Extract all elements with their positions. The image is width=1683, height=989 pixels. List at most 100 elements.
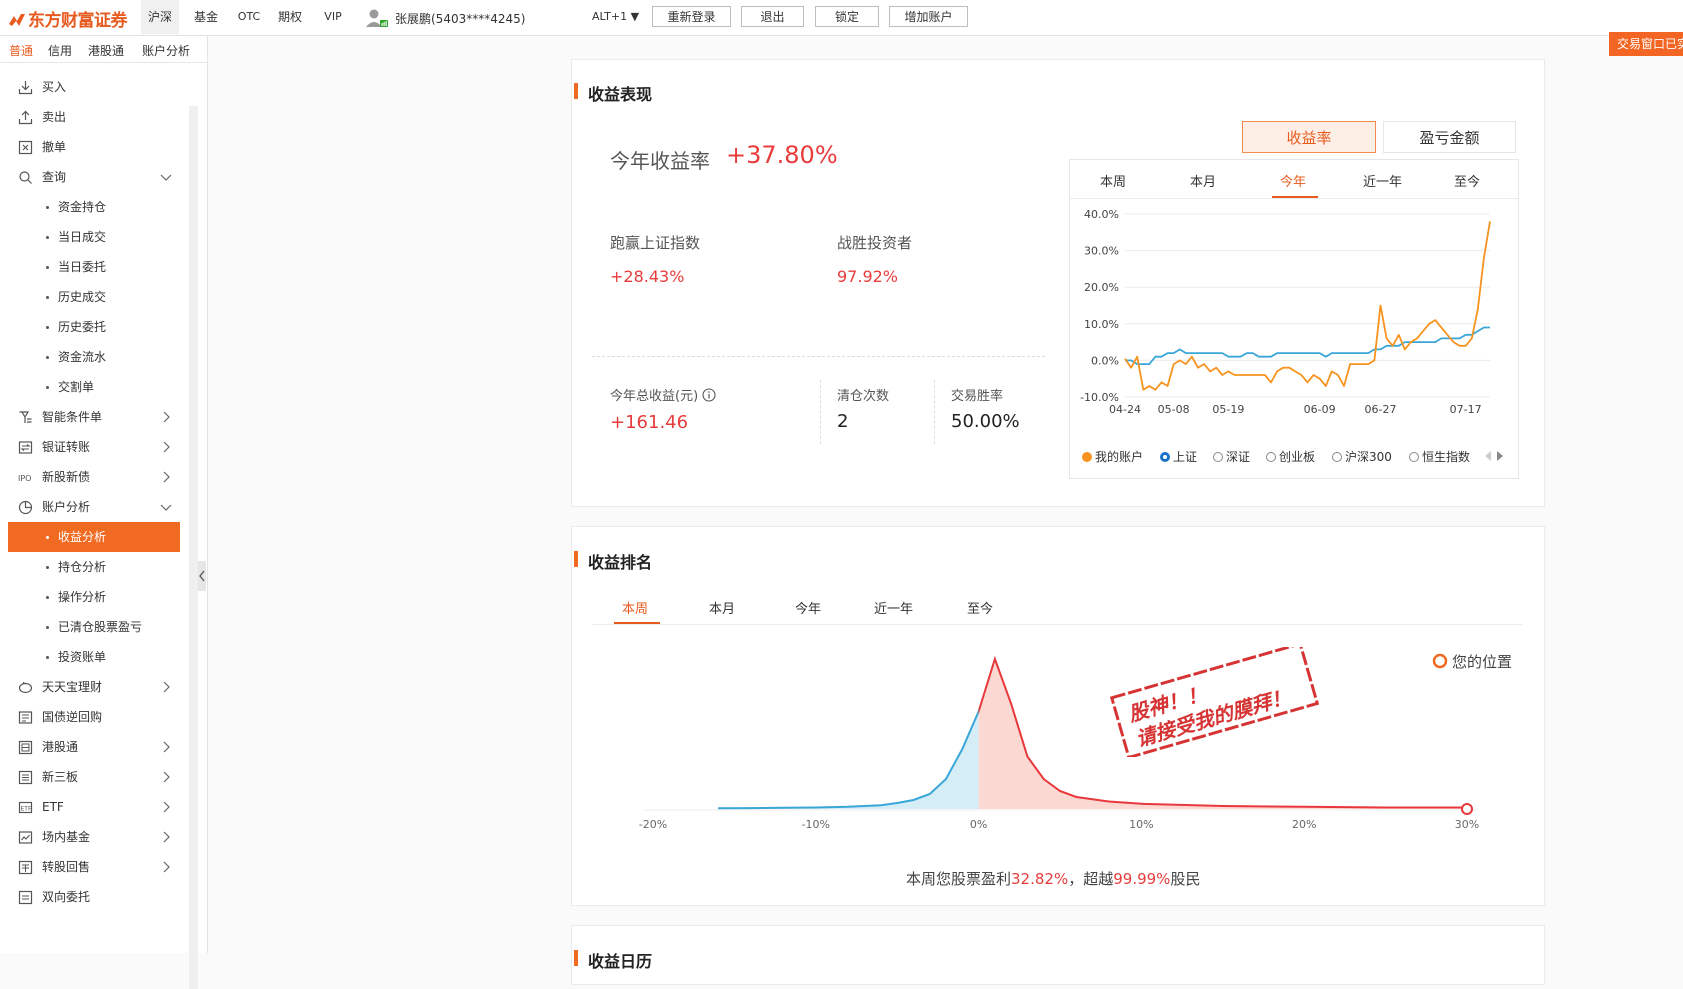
sidebar-item-history-orders[interactable]: 历史委托 [8,312,180,342]
lock-button[interactable]: 锁定 [815,6,879,27]
market-tab-vip[interactable]: VIP [315,0,351,34]
clear-count-label: 清仓次数 [837,389,890,404]
hk-connect-icon [18,740,33,755]
x-tick-label: 20% [1292,818,1316,831]
trade-window-notice[interactable]: 交易窗口已实 [1609,32,1683,56]
market-tab-otc[interactable]: OTC [231,0,267,34]
sub-tab-normal[interactable]: 普通 [9,42,33,59]
y-tick-label: 40.0% [1084,208,1119,221]
ranking-card: 收益排名 本周 本月 今年 近一年 至今 -20% -10% 0% 10% 20% 30%… [571,526,1545,906]
rank-tab-all[interactable]: 至今 [967,598,993,617]
sidebar-item-history-deals[interactable]: 历史成交 [8,282,180,312]
negative-curve [718,708,979,810]
your-position-marker [1461,803,1473,815]
fund-icon [18,831,33,844]
chevron-down-icon [160,174,172,181]
y-tick-label: 20.0% [1084,281,1119,294]
sidebar-item-sell[interactable]: 卖出 [8,102,180,132]
y-tick-label: 30.0% [1084,245,1119,258]
legend-scroll-arrows-icon[interactable] [1483,450,1505,462]
legend-shanghai[interactable]: 上证 [1160,448,1197,465]
chevron-right-icon [163,681,170,693]
period-tab-month[interactable]: 本月 [1190,171,1216,190]
bank-transfer-icon [18,441,33,454]
sidebar-item-neeq[interactable]: 新三板 [8,762,180,792]
beat-index-label: 跑赢上证指数 [610,234,701,252]
relogin-button[interactable]: 重新登录 [652,6,731,27]
account-switch-dropdown[interactable]: ALT+1 ▼ [592,10,639,23]
info-icon[interactable] [702,388,716,402]
sidebar-item-reverse-repo[interactable]: 国债逆回购 [8,702,180,732]
market-tab-hushen[interactable]: 沪深 [141,0,179,34]
sidebar-item-convert-sellback[interactable]: 转股回售 [8,852,180,882]
total-profit-label: 今年总收益(元) [610,385,716,404]
sidebar-item-buy[interactable]: 买入 [8,72,180,102]
win-rate-label: 交易胜率 [951,389,1004,404]
ranking-title: 收益排名 [573,549,652,573]
beat-percentile: 99.99% [1113,870,1171,888]
chevron-right-icon [163,741,170,753]
sidebar-item-investment-bill[interactable]: 投资账单 [8,642,180,672]
collapse-arrow-icon [199,570,205,582]
sidebar-item-smart-conditions[interactable]: 智能条件单 [8,402,180,432]
x-tick-label: 05-08 [1158,403,1190,416]
your-position-legend: 您的位置 [1432,651,1512,672]
period-tab-all[interactable]: 至今 [1454,171,1480,190]
reverse-repo-icon [18,711,33,724]
rank-tab-last-year[interactable]: 近一年 [874,598,913,617]
sub-tab-credit[interactable]: 信用 [48,42,72,59]
rank-tab-week[interactable]: 本周 [622,598,648,617]
legend-chinext[interactable]: 创业板 [1266,448,1315,465]
legend-my-account[interactable]: 我的账户 [1082,448,1143,465]
ranking-summary: 本周您股票盈利32.82%，超越99.99%股民 [906,870,1201,888]
sidebar-item-etf[interactable]: ETF ETF [8,792,180,822]
sub-tab-account-analysis[interactable]: 账户分析 [142,42,190,59]
x-tick-label: 05-19 [1212,403,1244,416]
etf-icon: ETF [18,801,33,814]
sidebar-item-funds-positions[interactable]: 资金持仓 [8,192,180,222]
rank-tab-year[interactable]: 今年 [795,598,821,617]
sidebar-item-bank-transfer[interactable]: 银证转账 [8,432,180,462]
sub-tab-hk-connect[interactable]: 港股通 [88,42,124,59]
legend-shenzhen[interactable]: 深证 [1213,448,1250,465]
sidebar-item-query[interactable]: 查询 [8,162,180,192]
sidebar-item-position-analysis[interactable]: 持仓分析 [8,552,180,582]
sidebar-item-settlement[interactable]: 交割单 [8,372,180,402]
rank-tab-month[interactable]: 本月 [709,598,735,617]
sidebar-sub-tabs: 普通 信用 港股通 账户分析 [0,36,207,63]
market-tab-options[interactable]: 期权 [272,0,308,34]
logout-button[interactable]: 退出 [741,6,804,27]
x-tick-label: -10% [802,818,830,831]
sidebar-item-ipo[interactable]: IPO 新股新债 [8,462,180,492]
performance-chart-panel: 本周 本月 今年 近一年 至今 40.0% 30.0% 20.0% 10.0% 0.0%… [1069,159,1519,479]
sidebar-item-cancel-order[interactable]: 撤单 [8,132,180,162]
legend-csi300[interactable]: 沪深300 [1332,448,1392,465]
sidebar-item-account-analysis[interactable]: 账户分析 [8,492,180,522]
stats-divider [592,356,1045,357]
sidebar-collapse-handle[interactable] [198,561,206,591]
toggle-return-rate[interactable]: 收益率 [1242,121,1376,153]
sidebar-item-operation-analysis[interactable]: 操作分析 [8,582,180,612]
chevron-right-icon [163,471,170,483]
sidebar-item-today-orders[interactable]: 当日委托 [8,252,180,282]
sidebar-item-cleared-stocks-pnl[interactable]: 已清仓股票盈亏 [8,612,180,642]
period-tab-last-year[interactable]: 近一年 [1363,171,1402,190]
sidebar-scrollbar[interactable] [189,106,198,989]
dual-order-icon [18,890,33,905]
toggle-pnl-amount[interactable]: 盈亏金额 [1383,121,1516,153]
period-tab-week[interactable]: 本周 [1100,171,1126,190]
sidebar-item-tiantianbao[interactable]: 天天宝理财 [8,672,180,702]
sidebar-item-hk-connect[interactable]: 港股通 [8,732,180,762]
add-account-button[interactable]: 增加账户 [889,6,968,27]
sidebar-item-onsite-fund[interactable]: 场内基金 [8,822,180,852]
sidebar-item-today-deals[interactable]: 当日成交 [8,222,180,252]
sidebar-item-fund-flow[interactable]: 资金流水 [8,342,180,372]
sidebar-item-dual-order[interactable]: 双向委托 [8,882,180,912]
period-tab-year[interactable]: 今年 [1280,171,1306,190]
calendar-title: 收益日历 [573,948,652,972]
sidebar-item-profit-analysis[interactable]: 收益分析 [8,522,180,552]
legend-hang-seng[interactable]: 恒生指数 [1409,448,1470,465]
market-tab-fund[interactable]: 基金 [186,0,226,34]
ranking-distribution-chart: -20% -10% 0% 10% 20% 30% [639,655,1479,831]
x-tick-label: 30% [1455,818,1479,831]
